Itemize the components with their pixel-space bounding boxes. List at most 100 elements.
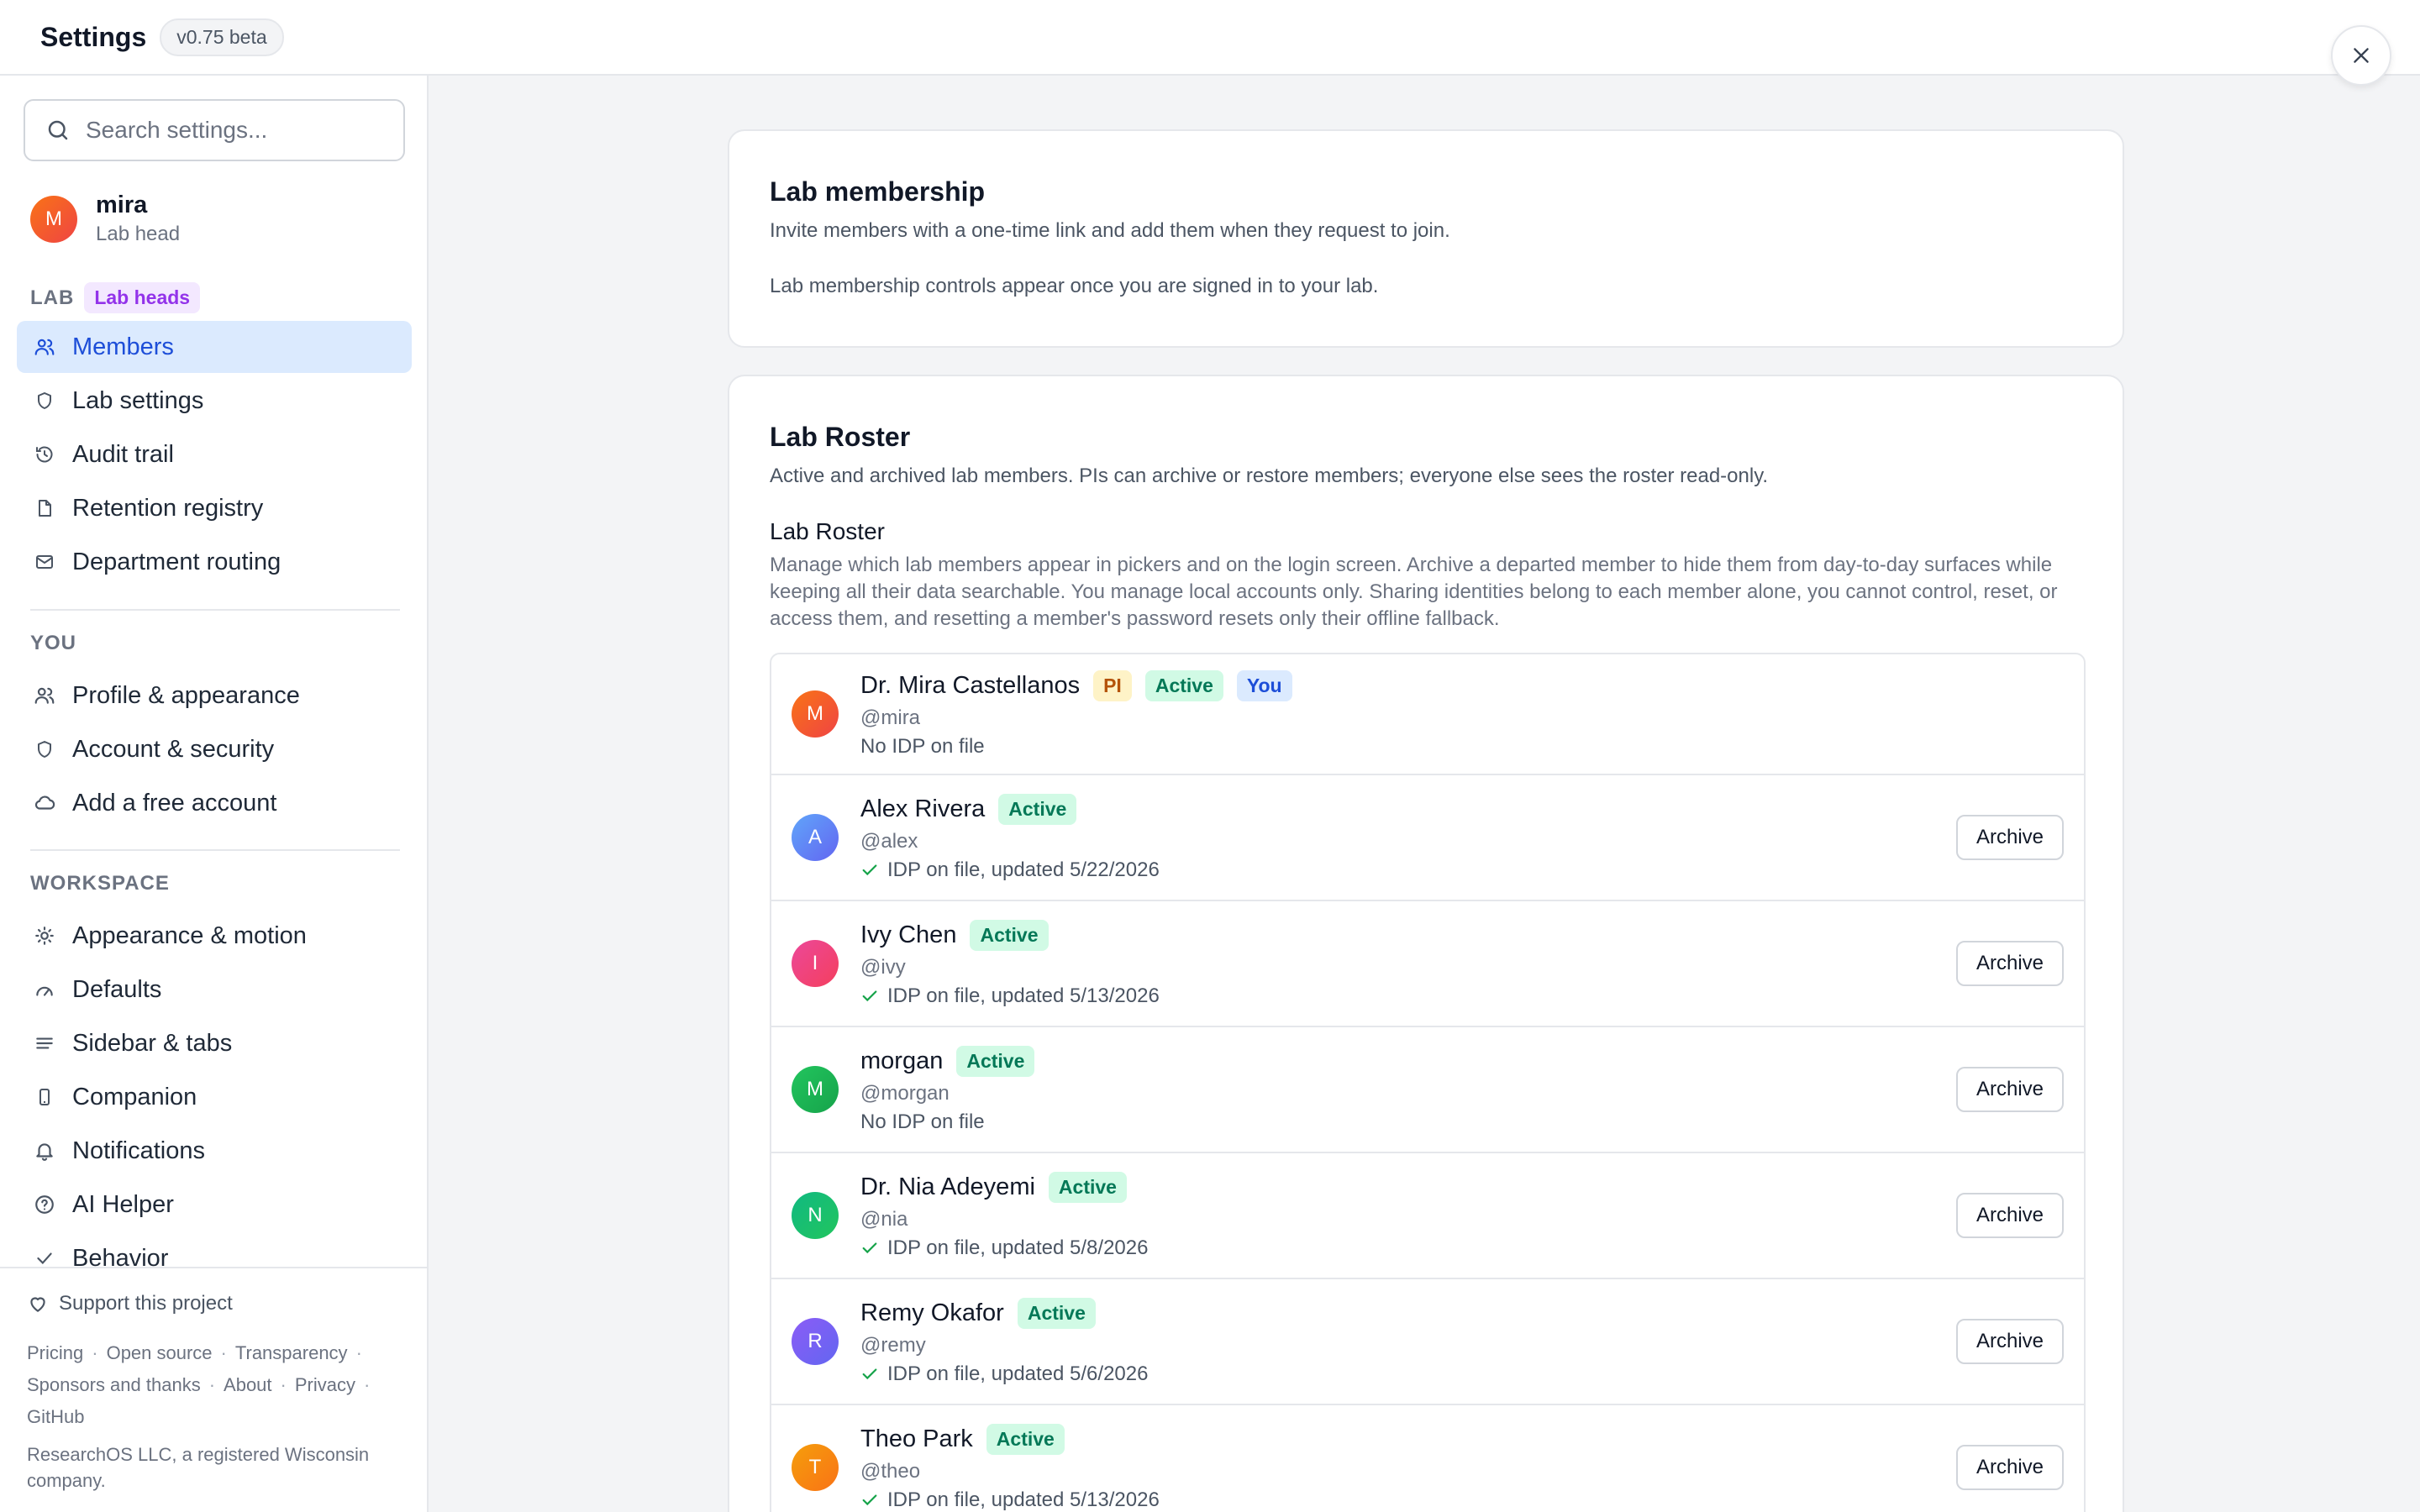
users-icon	[32, 334, 57, 360]
version-badge: v0.75 beta	[160, 18, 284, 56]
sidebar-item-label: Appearance & motion	[72, 921, 307, 949]
member-handle: @mira	[860, 706, 921, 729]
avatar: N	[792, 1192, 839, 1239]
member-handle: @theo	[860, 1459, 921, 1483]
list-item: R Remy Okafor Active @remy IDP on file, …	[771, 1279, 2084, 1405]
status-badge: Active	[970, 919, 1049, 951]
sidebar-item-sidebar-tabs[interactable]: Sidebar & tabs	[17, 1017, 412, 1069]
lab-roster-card: Lab Roster Active and archived lab membe…	[728, 375, 2124, 1512]
sidebar-item-audit-trail[interactable]: Audit trail	[17, 428, 412, 480]
sidebar-item-label: Notifications	[72, 1137, 205, 1164]
sidebar-item-members[interactable]: Members	[17, 321, 412, 373]
avatar: A	[792, 814, 839, 861]
sidebar-item-profile-appearance[interactable]: Profile & appearance	[17, 669, 412, 722]
list-item: A Alex Rivera Active @alex IDP on file, …	[771, 775, 2084, 901]
archive-button[interactable]: Archive	[1955, 941, 2064, 986]
history-icon	[32, 442, 57, 467]
settings-content[interactable]: Lab membership Invite members with a one…	[429, 76, 2420, 1512]
section-divider	[30, 849, 400, 851]
cloud-icon	[32, 790, 57, 816]
sidebar-item-defaults[interactable]: Defaults	[17, 963, 412, 1016]
sidebar-item-retention-registry[interactable]: Retention registry	[17, 482, 412, 534]
member-handle: @morgan	[860, 1081, 950, 1105]
card-title: Lab membership	[770, 176, 986, 207]
sidebar-item-label: Audit trail	[72, 440, 174, 468]
page-title: Settings	[40, 21, 147, 52]
footer-link-github[interactable]: GitHub	[27, 1406, 84, 1427]
idp-status: IDP on file, updated 5/8/2026	[860, 1236, 1148, 1260]
idp-status-text: IDP on file, updated 5/22/2026	[887, 858, 1160, 881]
archive-button[interactable]: Archive	[1955, 815, 2064, 860]
card-description: Active and archived lab members. PIs can…	[770, 465, 1769, 487]
idp-status: IDP on file, updated 5/13/2026	[860, 1488, 1160, 1512]
member-handle: @ivy	[860, 955, 906, 979]
sidebar-item-label: Sidebar & tabs	[72, 1029, 233, 1057]
user-name: mira	[96, 192, 148, 218]
list-item: N Dr. Nia Adeyemi Active @nia IDP on fil…	[771, 1153, 2084, 1279]
card-description: Invite members with a one-time link and …	[770, 219, 1450, 242]
sidebar-item-notifications[interactable]: Notifications	[17, 1125, 412, 1177]
support-link[interactable]: Support this project	[27, 1292, 402, 1315]
sidebar-item-appearance-motion[interactable]: Appearance & motion	[17, 910, 412, 962]
section-label-workspace: WORKSPACE	[30, 872, 170, 895]
close-icon	[2354, 48, 2369, 63]
member-name: Theo Park	[860, 1425, 973, 1452]
idp-status-text: No IDP on file	[860, 734, 985, 758]
status-badge: Active	[1144, 669, 1223, 701]
you-badge: You	[1236, 669, 1292, 701]
users-icon	[32, 683, 57, 708]
sidebar-scroll-area[interactable]: M mira Lab head LAB Lab heads Members La…	[0, 76, 427, 1267]
footer-link-sponsors[interactable]: Sponsors and thanks	[27, 1374, 201, 1395]
avatar: M	[792, 690, 839, 738]
search-input[interactable]	[86, 117, 388, 144]
shield-icon	[32, 388, 57, 413]
sidebar-item-account-security[interactable]: Account & security	[17, 723, 412, 775]
sidebar-item-companion[interactable]: Companion	[17, 1071, 412, 1123]
menu-lines-icon	[32, 1031, 57, 1056]
footer-link-about[interactable]: About	[224, 1374, 272, 1395]
status-badge: Active	[986, 1423, 1065, 1455]
search-box[interactable]	[24, 99, 405, 161]
status-badge: Active	[956, 1045, 1035, 1077]
idp-status-text: No IDP on file	[860, 1110, 985, 1133]
avatar: M	[792, 1066, 839, 1113]
archive-button[interactable]: Archive	[1955, 1445, 2064, 1490]
idp-status-text: IDP on file, updated 5/13/2026	[887, 984, 1160, 1007]
footer-link-transparency[interactable]: Transparency	[235, 1342, 348, 1363]
support-label: Support this project	[59, 1292, 233, 1315]
phone-icon	[32, 1084, 57, 1110]
archive-button[interactable]: Archive	[1955, 1193, 2064, 1238]
list-item: M morgan Active @morgan No IDP on file A…	[771, 1027, 2084, 1153]
idp-status: IDP on file, updated 5/22/2026	[860, 858, 1160, 882]
idp-status: IDP on file, updated 5/13/2026	[860, 984, 1160, 1008]
sidebar-item-lab-settings[interactable]: Lab settings	[17, 375, 412, 427]
archive-button[interactable]: Archive	[1955, 1067, 2064, 1112]
check-icon	[862, 990, 877, 1001]
idp-status: No IDP on file	[860, 1110, 1034, 1134]
sidebar-item-behavior[interactable]: Behavior	[17, 1232, 412, 1267]
sidebar-item-ai-helper[interactable]: AI Helper	[17, 1179, 412, 1231]
settings-sidebar: M mira Lab head LAB Lab heads Members La…	[0, 76, 429, 1512]
card-title: Lab Roster	[770, 422, 911, 452]
sidebar-item-department-routing[interactable]: Department routing	[17, 536, 412, 588]
sidebar-footer: Support this project Pricing · Open source…	[0, 1267, 427, 1512]
member-name: Ivy Chen	[860, 921, 957, 948]
idp-status-text: IDP on file, updated 5/6/2026	[887, 1362, 1149, 1385]
sidebar-item-label: Add a free account	[72, 789, 277, 816]
section-label-text: LAB	[30, 286, 75, 309]
user-role: Lab head	[96, 223, 181, 245]
sidebar-item-add-free-account[interactable]: Add a free account	[17, 777, 412, 829]
footer-link-privacy[interactable]: Privacy	[295, 1374, 355, 1395]
archive-button[interactable]: Archive	[1955, 1319, 2064, 1364]
list-item: T Theo Park Active @theo IDP on file, up…	[771, 1405, 2084, 1512]
check-icon	[862, 1494, 877, 1505]
sidebar-item-label: Defaults	[72, 975, 162, 1003]
check-icon	[862, 1368, 877, 1379]
list-item: I Ivy Chen Active @ivy IDP on file, upda…	[771, 901, 2084, 1027]
idp-status: No IDP on file	[860, 735, 1292, 759]
footer-link-pricing[interactable]: Pricing	[27, 1342, 83, 1363]
sidebar-item-label: Profile & appearance	[72, 681, 300, 709]
search-icon	[48, 120, 68, 140]
member-name: morgan	[860, 1047, 944, 1074]
footer-link-open-source[interactable]: Open source	[107, 1342, 213, 1363]
